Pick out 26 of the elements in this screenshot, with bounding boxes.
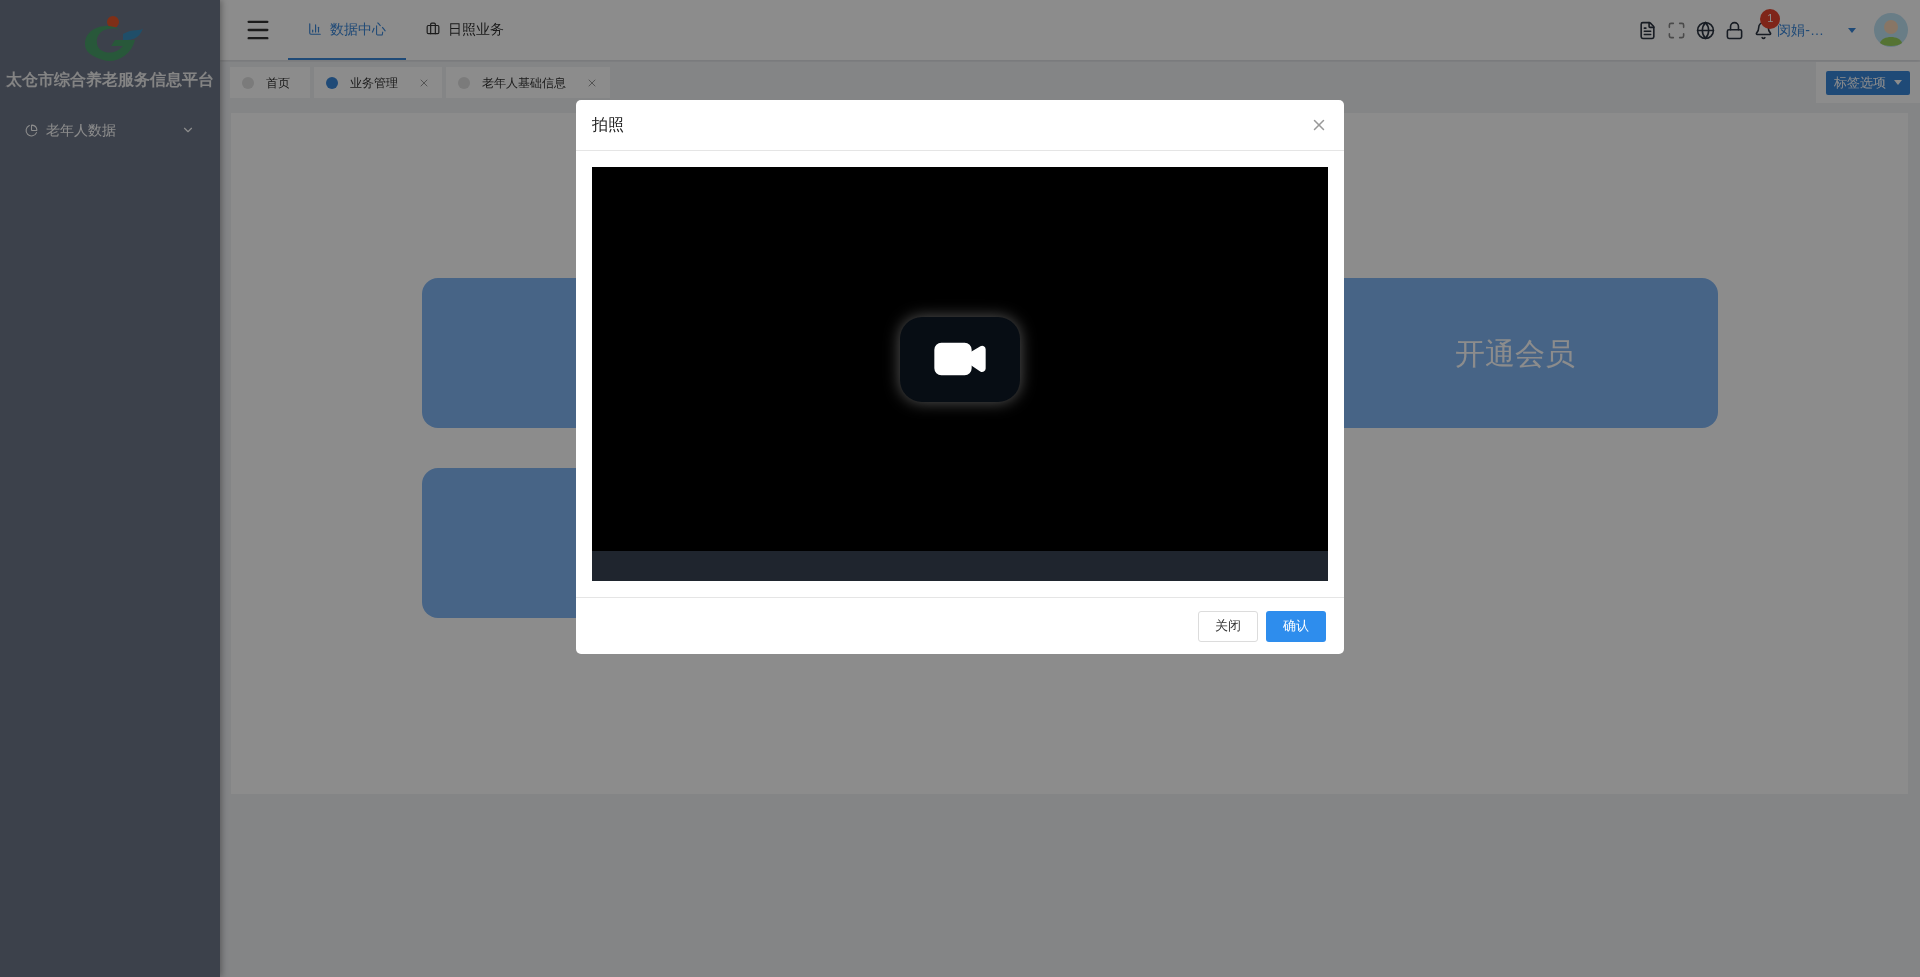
page-tab[interactable]: 老年人基础信息	[446, 67, 610, 98]
fullscreen-icon[interactable]	[1667, 20, 1687, 40]
avatar[interactable]	[1874, 13, 1908, 47]
caret-icon[interactable]	[1848, 27, 1856, 33]
close-button[interactable]: 关闭	[1198, 610, 1258, 642]
top-nav-tab[interactable]: 数据中心	[288, 0, 406, 60]
tab-label: 首页	[266, 74, 291, 92]
page-tab[interactable]: 首页	[230, 67, 310, 98]
chart-icon	[308, 22, 322, 36]
page-tab[interactable]: 业务管理	[314, 67, 442, 98]
caret-icon	[1894, 80, 1902, 85]
tab-options-button[interactable]: 标签选项	[1826, 70, 1910, 95]
top-nav-tab[interactable]: 日照业务	[406, 0, 524, 60]
chart-icon	[25, 123, 38, 137]
sidebar-menu-item[interactable]: 老年人数据	[0, 110, 220, 150]
tab-label: 业务管理	[350, 74, 399, 92]
briefcase-icon	[426, 22, 440, 36]
globe-icon[interactable]	[1696, 20, 1716, 40]
confirm-button[interactable]: 确认	[1266, 610, 1326, 642]
camera-icon	[900, 316, 1020, 402]
lock-icon[interactable]	[1725, 20, 1745, 40]
tab-label: 老年人基础信息	[482, 74, 567, 92]
menu-label: 老年人数据	[46, 120, 117, 140]
file-icon[interactable]	[1638, 20, 1658, 40]
dialog-title: 拍照	[592, 115, 624, 135]
platform-name: 太仓市综合养老服务信息平台	[6, 70, 214, 90]
